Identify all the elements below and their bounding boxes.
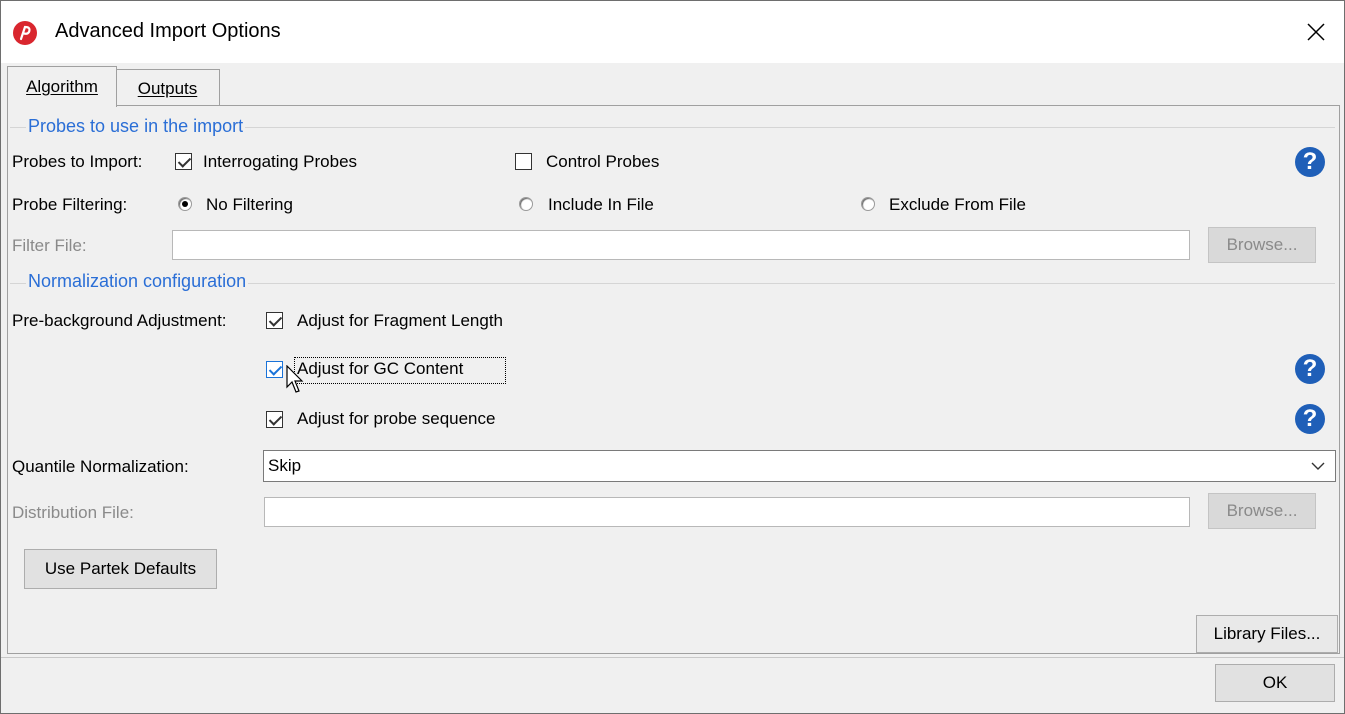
normalization-group-title: Normalization configuration bbox=[26, 271, 249, 292]
no-filtering-radio[interactable] bbox=[178, 197, 192, 211]
exclude-from-file-label[interactable]: Exclude From File bbox=[889, 195, 1026, 215]
tab-algorithm[interactable]: Algorithm bbox=[7, 66, 117, 107]
partek-logo-icon bbox=[13, 21, 37, 45]
filter-file-browse-button[interactable]: Browse... bbox=[1208, 227, 1316, 263]
interrogating-probes-checkbox[interactable] bbox=[175, 153, 192, 170]
gc-content-checkbox[interactable] bbox=[266, 361, 283, 378]
use-partek-defaults-button[interactable]: Use Partek Defaults bbox=[24, 549, 217, 589]
advanced-import-options-dialog: Advanced Import Options Algorithm Output… bbox=[0, 0, 1345, 714]
help-icon-probe-sequence[interactable]: ? bbox=[1295, 404, 1325, 434]
fragment-length-checkbox[interactable] bbox=[266, 312, 283, 329]
no-filtering-label[interactable]: No Filtering bbox=[206, 195, 293, 215]
filter-file-label: Filter File: bbox=[12, 236, 87, 255]
algorithm-panel: Probes to use in the import Probes to Im… bbox=[7, 105, 1340, 654]
window-title: Advanced Import Options bbox=[55, 20, 281, 42]
tab-algorithm-label: Algorithm bbox=[26, 77, 98, 96]
pre-background-adjustment-label: Pre-background Adjustment: bbox=[12, 311, 227, 330]
probes-to-import-label: Probes to Import: bbox=[12, 152, 143, 171]
help-icon-probes[interactable]: ? bbox=[1295, 147, 1325, 177]
probe-sequence-label[interactable]: Adjust for probe sequence bbox=[297, 409, 495, 429]
footer-separator bbox=[1, 657, 1344, 658]
probe-filtering-label: Probe Filtering: bbox=[12, 195, 128, 214]
distribution-file-input[interactable] bbox=[264, 497, 1190, 527]
chevron-down-icon bbox=[1311, 462, 1325, 470]
exclude-from-file-radio[interactable] bbox=[861, 197, 875, 211]
close-icon bbox=[1307, 23, 1325, 41]
ok-button[interactable]: OK bbox=[1215, 664, 1335, 702]
mouse-cursor-icon bbox=[286, 365, 304, 393]
gc-content-label[interactable]: Adjust for GC Content bbox=[297, 359, 463, 379]
close-button[interactable] bbox=[1296, 13, 1336, 51]
quantile-normalization-select[interactable]: Skip bbox=[263, 450, 1336, 482]
title-bar: Advanced Import Options bbox=[1, 1, 1344, 63]
include-in-file-label[interactable]: Include In File bbox=[548, 195, 654, 215]
control-probes-label[interactable]: Control Probes bbox=[546, 152, 659, 172]
help-icon-gc-content[interactable]: ? bbox=[1295, 354, 1325, 384]
interrogating-probes-label[interactable]: Interrogating Probes bbox=[203, 152, 357, 172]
quantile-normalization-label: Quantile Normalization: bbox=[12, 457, 189, 476]
probes-group-title: Probes to use in the import bbox=[26, 116, 246, 137]
library-files-button[interactable]: Library Files... bbox=[1196, 615, 1338, 653]
control-probes-checkbox[interactable] bbox=[515, 153, 532, 170]
tab-outputs-label: Outputs bbox=[137, 78, 198, 98]
distribution-file-browse-button[interactable]: Browse... bbox=[1208, 493, 1316, 529]
filter-file-input[interactable] bbox=[172, 230, 1190, 260]
distribution-file-label: Distribution File: bbox=[12, 503, 134, 522]
tab-outputs[interactable]: Outputs bbox=[115, 69, 220, 107]
quantile-normalization-value: Skip bbox=[268, 456, 302, 475]
probe-sequence-checkbox[interactable] bbox=[266, 411, 283, 428]
fragment-length-label[interactable]: Adjust for Fragment Length bbox=[297, 311, 503, 331]
include-in-file-radio[interactable] bbox=[519, 197, 533, 211]
